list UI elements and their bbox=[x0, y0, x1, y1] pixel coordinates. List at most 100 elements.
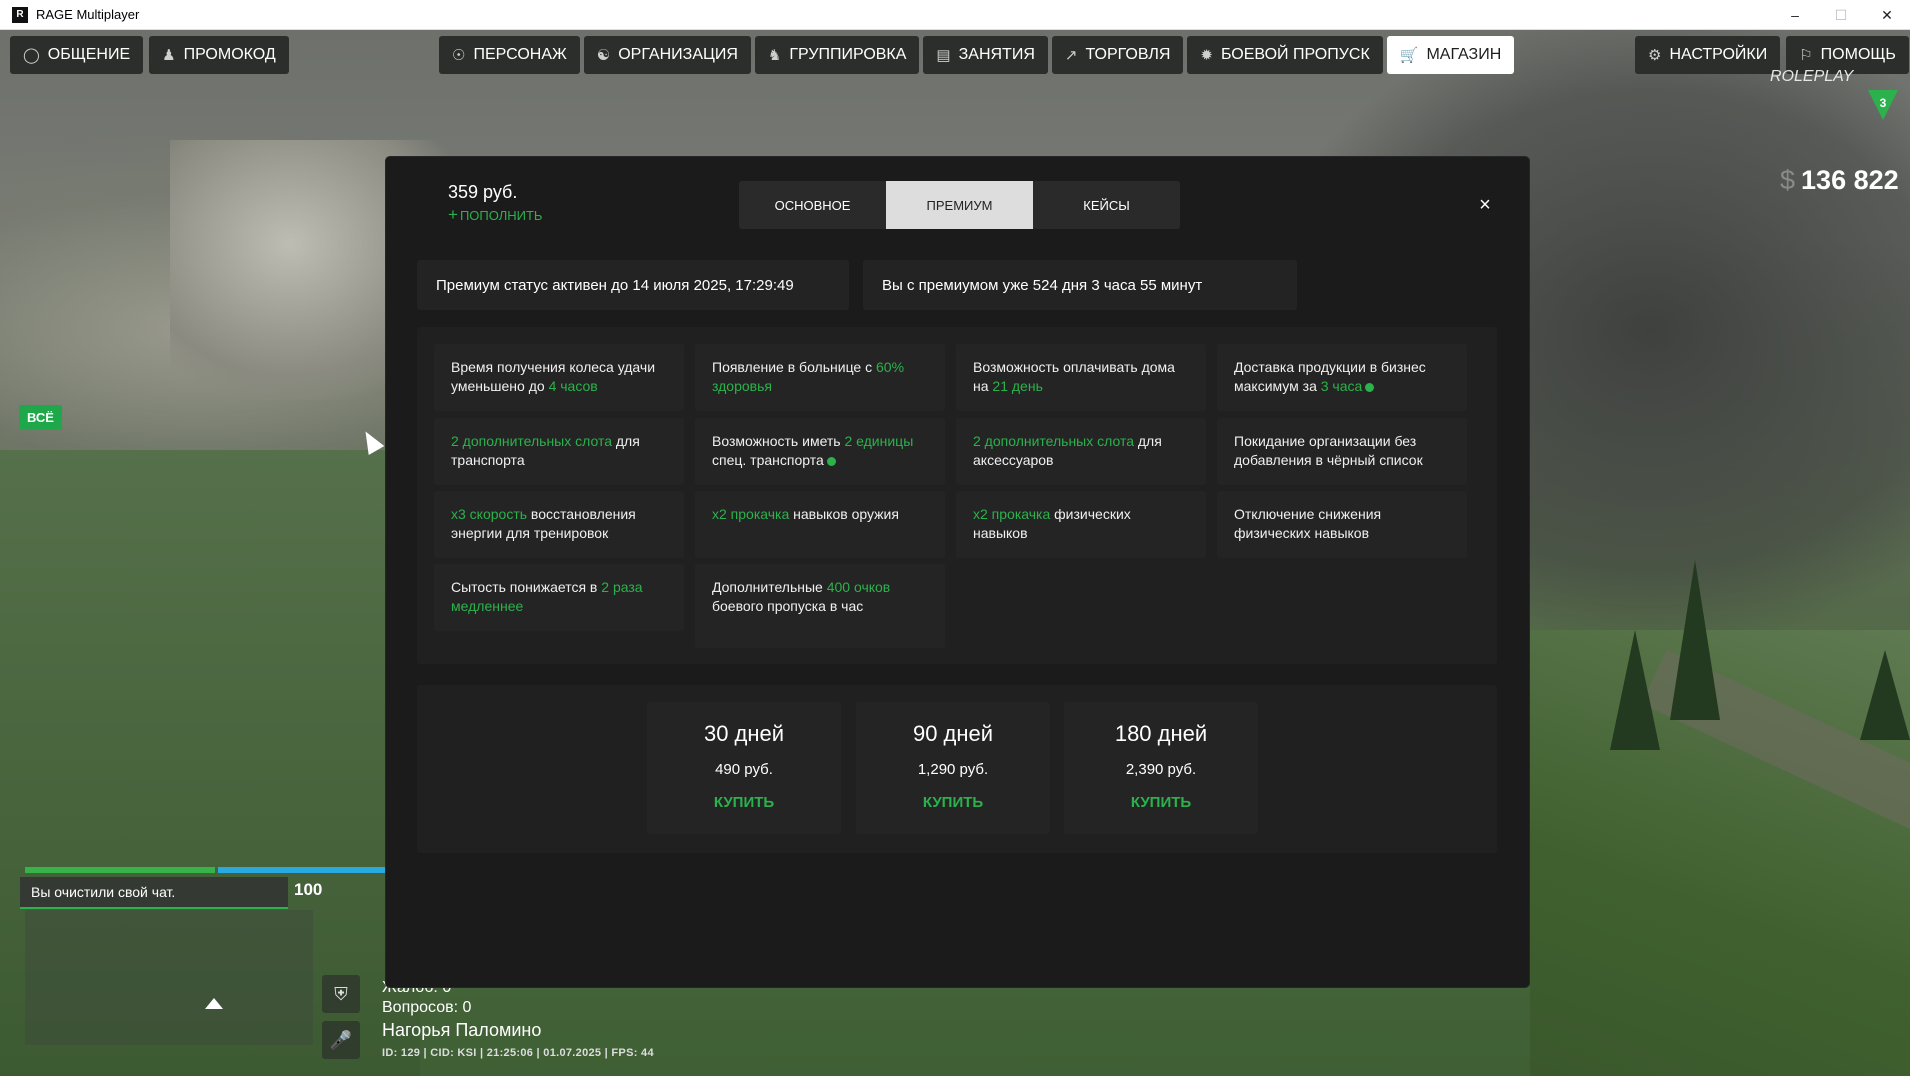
menu-label: БОЕВОЙ ПРОПУСК bbox=[1220, 46, 1370, 63]
buy-button[interactable]: КУПИТЬ bbox=[856, 794, 1050, 811]
perk-item: Возможность оплачивать дома на 21 день bbox=[956, 344, 1206, 411]
menu-label: ОРГАНИЗАЦИЯ bbox=[618, 46, 738, 63]
user-circle-icon: ☉ bbox=[452, 47, 466, 64]
menu-label: НАСТРОЙКИ bbox=[1669, 46, 1768, 63]
perk-item: Время получения колеса удачи уменьшено д… bbox=[434, 344, 684, 411]
info-dot-icon[interactable] bbox=[826, 456, 836, 466]
menu-label: ПОМОЩЬ bbox=[1820, 46, 1896, 63]
clipboard-icon: ▤ bbox=[936, 47, 951, 64]
organization-icon: ☯ bbox=[596, 47, 611, 64]
perk-item: Дополнительные 400 очков боевого пропуск… bbox=[695, 564, 945, 648]
balance-amount: 359 руб. bbox=[448, 182, 518, 202]
menu-character-button[interactable]: ☉ ПЕРСОНАЖ bbox=[439, 36, 580, 74]
perk-item: x3 скорость восстановления энергии для т… bbox=[434, 491, 684, 558]
plus-icon: + bbox=[448, 205, 458, 224]
health-bar bbox=[25, 867, 215, 873]
window-controls: – ☐ ✕ bbox=[1772, 0, 1910, 30]
perk-item: Сытость понижается в 2 раза медленнее bbox=[434, 564, 684, 631]
health-value: 100 bbox=[294, 880, 323, 899]
menu-promocode-button[interactable]: ♟ ПРОМОКОД bbox=[149, 36, 289, 74]
perk-item: Доставка продукции в бизнес максимум за … bbox=[1217, 344, 1467, 411]
perks-panel: Время получения колеса удачи уменьшено д… bbox=[417, 327, 1497, 664]
perk-item: Возможность иметь 2 единицы спец. трансп… bbox=[695, 418, 945, 485]
chat-box bbox=[25, 910, 313, 1045]
maximize-button[interactable]: ☐ bbox=[1818, 0, 1864, 30]
menu-label: МАГАЗИН bbox=[1426, 46, 1502, 63]
player-info-line: ID: 129 | CID: KSI | 21:25:06 | 01.07.20… bbox=[382, 1047, 654, 1059]
money-display: $136 822 bbox=[1780, 165, 1899, 196]
perk-item: 2 дополнительных слота для аксессуаров bbox=[956, 418, 1206, 485]
window-titlebar: R RAGE Multiplayer – ☐ ✕ bbox=[0, 0, 1910, 30]
gear-icon: ⚙ bbox=[1648, 47, 1662, 64]
perk-item: Покидание организации без добавления в ч… bbox=[1217, 418, 1467, 485]
player-stats: Жалоб: 0 Вопросов: 0 Нагорья Паломино ID… bbox=[382, 978, 654, 1063]
menu-label: ПЕРСОНАЖ bbox=[473, 46, 567, 63]
player-name: Нагорья Паломино bbox=[382, 1020, 542, 1040]
menu-label: ЗАНЯТИЯ bbox=[958, 46, 1035, 63]
menu-label: ГРУППИРОВКА bbox=[789, 46, 907, 63]
perk-item: Появление в больнице с 60% здоровья bbox=[695, 344, 945, 411]
info-dot-icon[interactable] bbox=[1365, 382, 1375, 392]
menu-group-button[interactable]: ♞ ГРУППИРОВКА bbox=[754, 36, 920, 74]
person-icon: ♟ bbox=[162, 47, 176, 64]
chat-icon: ◯ bbox=[23, 47, 40, 64]
plan-days: 180 дней bbox=[1114, 721, 1208, 746]
group-icon: ♞ bbox=[767, 47, 782, 64]
plan-price: 1,290 руб. bbox=[917, 761, 989, 778]
menu-battlepass-button[interactable]: ✹ БОЕВОЙ ПРОПУСК bbox=[1187, 36, 1383, 74]
plan-card: 180 дней 2,390 руб. КУПИТЬ bbox=[1064, 702, 1258, 834]
battlepass-icon: ✹ bbox=[1200, 47, 1213, 64]
help-icon: ⚐ bbox=[1799, 47, 1813, 64]
plan-price: 490 руб. bbox=[715, 761, 773, 778]
shop-tabs: ОСНОВНОЕ ПРЕМИУМ КЕЙСЫ bbox=[739, 181, 1180, 229]
premium-status-box: Премиум статус активен до 14 июля 2025, … bbox=[417, 260, 849, 310]
plan-days: 90 дней bbox=[912, 721, 994, 746]
perk-item: 2 дополнительных слота для транспорта bbox=[434, 418, 684, 485]
chart-icon: ↗ bbox=[1064, 47, 1078, 64]
plans-panel: 30 дней 490 руб. КУПИТЬ 90 дней 1,290 ру… bbox=[417, 685, 1497, 853]
close-window-button[interactable]: ✕ bbox=[1864, 0, 1910, 30]
window-title: RAGE Multiplayer bbox=[36, 7, 140, 22]
tab-premium[interactable]: ПРЕМИУМ bbox=[886, 181, 1033, 229]
menu-organization-button[interactable]: ☯ ОРГАНИЗАЦИЯ bbox=[583, 36, 751, 74]
minimize-button[interactable]: – bbox=[1772, 0, 1818, 30]
plan-price: 2,390 руб. bbox=[1125, 761, 1197, 778]
perk-item: x2 прокачка навыков оружия bbox=[695, 491, 945, 558]
menu-chat-button[interactable]: ◯ ОБЩЕНИЕ bbox=[10, 36, 144, 74]
menu-trade-button[interactable]: ↗ ТОРГОВЛЯ bbox=[1051, 36, 1184, 74]
plan-days: 30 дней bbox=[703, 721, 785, 746]
chat-filter-all-badge[interactable]: ВСЁ bbox=[19, 405, 62, 430]
plan-card: 90 дней 1,290 руб. КУПИТЬ bbox=[856, 702, 1050, 834]
menu-activities-button[interactable]: ▤ ЗАНЯТИЯ bbox=[923, 36, 1048, 74]
menu-shop-button[interactable]: 🛒 МАГАЗИН bbox=[1386, 36, 1515, 74]
close-icon[interactable]: × bbox=[1473, 193, 1497, 217]
cart-icon: 🛒 bbox=[1399, 47, 1419, 64]
buy-button[interactable]: КУПИТЬ bbox=[647, 794, 841, 811]
tab-cases[interactable]: КЕЙСЫ bbox=[1033, 181, 1180, 229]
premium-duration-box: Вы с премиумом уже 524 дня 3 часа 55 мин… bbox=[863, 260, 1297, 310]
hud-side-icons: ⛨ 🎤 bbox=[322, 975, 360, 1065]
chat-scroll-up-icon[interactable] bbox=[205, 998, 223, 1009]
rage-icon: R bbox=[12, 6, 28, 23]
server-logo: ROLEPLAY bbox=[1770, 68, 1854, 85]
menu-settings-button[interactable]: ⚙ НАСТРОЙКИ bbox=[1635, 36, 1781, 74]
shop-modal: 359 руб. + ПОПОЛНИТЬ ОСНОВНОЕ ПРЕМИУМ КЕ… bbox=[385, 156, 1530, 988]
topmenu-left: ◯ ОБЩЕНИЕ ♟ ПРОМОКОД bbox=[10, 36, 289, 74]
menu-label: ПРОМОКОД bbox=[183, 46, 276, 63]
topup-label: ПОПОЛНИТЬ bbox=[459, 207, 543, 223]
menu-label: ТОРГОВЛЯ bbox=[1085, 46, 1171, 63]
balance-block: 359 руб. + ПОПОЛНИТЬ bbox=[448, 182, 542, 225]
perk-item: x2 прокачка физических навыков bbox=[956, 491, 1206, 558]
money-value: 136 822 bbox=[1801, 165, 1899, 195]
buy-button[interactable]: КУПИТЬ bbox=[1064, 794, 1258, 811]
topmenu-center: ☉ ПЕРСОНАЖ ☯ ОРГАНИЗАЦИЯ ♞ ГРУППИРОВКА ▤… bbox=[439, 36, 1515, 74]
microphone-icon: 🎤 bbox=[322, 1021, 360, 1059]
plan-card: 30 дней 490 руб. КУПИТЬ bbox=[647, 702, 841, 834]
topup-button[interactable]: + ПОПОЛНИТЬ bbox=[448, 205, 542, 225]
money-symbol: $ bbox=[1780, 165, 1796, 195]
shield-icon: ⛨ bbox=[322, 975, 360, 1013]
questions-count: Вопросов: 0 bbox=[382, 999, 472, 1016]
tab-main[interactable]: ОСНОВНОЕ bbox=[739, 181, 886, 229]
perk-item: Отключение снижения физических навыков bbox=[1217, 491, 1467, 558]
chat-message: Вы очистили свой чат. bbox=[20, 877, 288, 909]
